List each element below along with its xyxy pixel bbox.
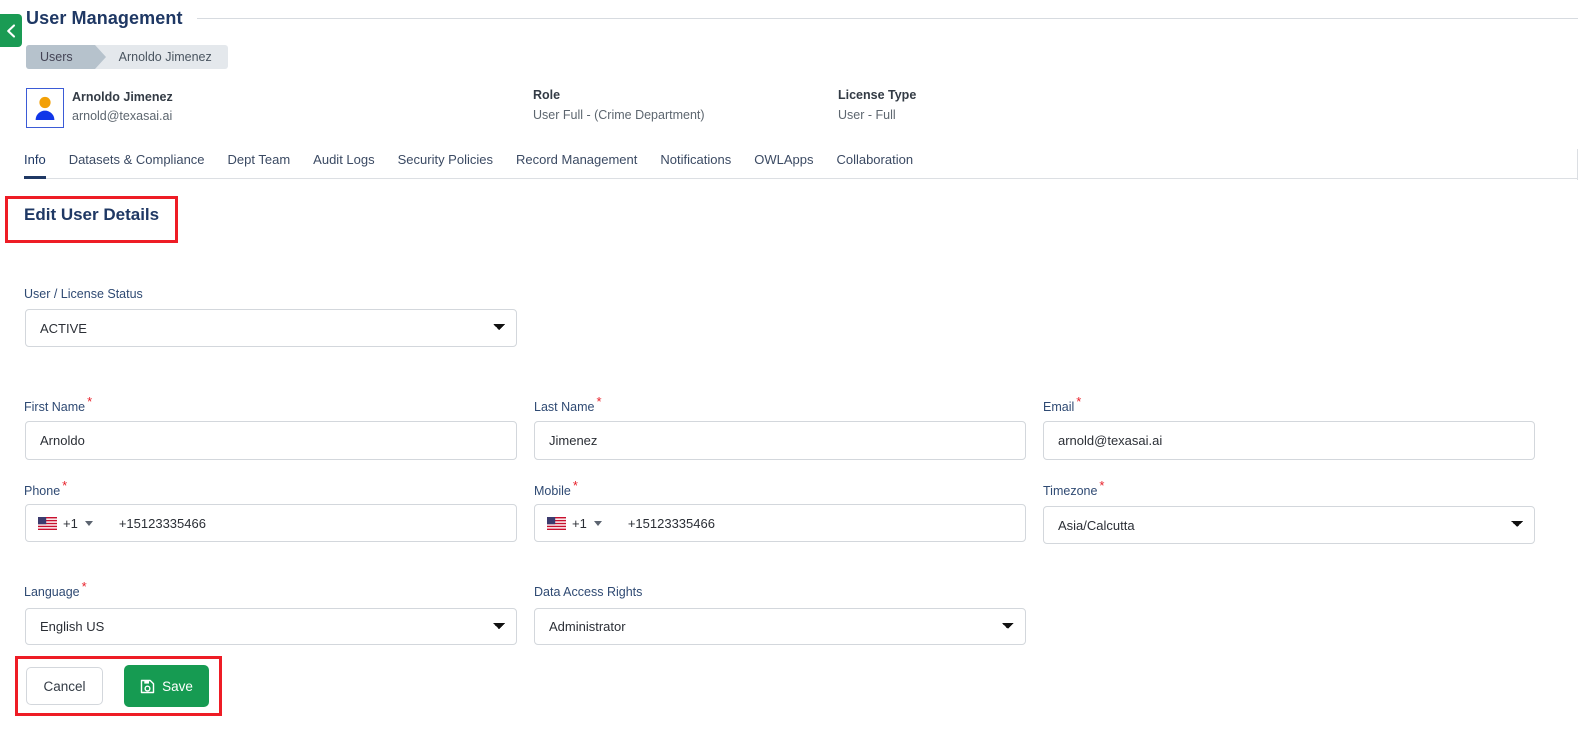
first-name-input[interactable] [25, 421, 517, 460]
breadcrumb-item-current: Arnoldo Jimenez [118, 50, 212, 64]
tab-audit-logs[interactable]: Audit Logs [313, 149, 374, 179]
user-summary: Arnoldo Jimenez arnold@texasai.ai Role U… [26, 88, 1568, 133]
phone-label: Phone * [24, 479, 67, 498]
email-label-text: Email [1043, 400, 1075, 414]
page-section-title: Edit User Details [24, 205, 160, 224]
save-button-label: Save [162, 678, 193, 694]
tab-datasets-compliance[interactable]: Datasets & Compliance [69, 149, 205, 179]
first-name-label-text: First Name [24, 400, 86, 414]
tab-bar-right-edge [1577, 149, 1578, 180]
role-value: User Full - (Crime Department) [533, 108, 705, 122]
required-marker: * [596, 393, 602, 409]
phone-field: +1 [25, 504, 517, 542]
role-block: Role User Full - (Crime Department) [533, 88, 705, 122]
chevron-down-icon [84, 520, 93, 526]
data-access-select[interactable]: Administrator [534, 608, 1026, 645]
required-marker: * [81, 578, 87, 594]
header-divider [196, 18, 1578, 19]
mobile-field: +1 [534, 504, 1026, 542]
mobile-label: Mobile * [534, 479, 578, 498]
first-name-label: First Name * [24, 395, 92, 414]
license-value: User - Full [838, 108, 896, 122]
timezone-select[interactable]: Asia/Calcutta [1043, 506, 1535, 544]
tab-notifications[interactable]: Notifications [660, 149, 731, 179]
mobile-country-selector[interactable]: +1 [535, 516, 602, 531]
breadcrumb: Users Arnoldo Jimenez [26, 45, 228, 69]
chevron-left-icon [6, 23, 16, 38]
avatar [26, 88, 64, 128]
phone-input[interactable] [116, 505, 516, 541]
data-access-label-text: Data Access Rights [534, 585, 643, 599]
license-block: License Type User - Full [838, 88, 916, 122]
us-flag-icon [547, 516, 566, 530]
timezone-label-text: Timezone [1043, 484, 1098, 498]
email-input[interactable] [1043, 421, 1535, 460]
language-label: Language * [24, 580, 87, 599]
data-access-label: Data Access Rights [534, 585, 644, 599]
status-select[interactable]: ACTIVE [25, 309, 517, 347]
mobile-label-text: Mobile [534, 484, 571, 498]
breadcrumb-item-users[interactable]: Users [26, 45, 106, 69]
required-marker: * [87, 393, 93, 409]
user-email: arnold@texasai.ai [72, 109, 173, 123]
save-button[interactable]: Save [124, 665, 209, 707]
role-label: Role [533, 88, 561, 102]
phone-dial-code: +1 [63, 515, 78, 531]
required-marker: * [572, 477, 578, 493]
required-marker: * [1076, 393, 1082, 409]
phone-country-selector[interactable]: +1 [26, 516, 93, 531]
mobile-dial-code: +1 [572, 515, 587, 531]
tab-record-management[interactable]: Record Management [516, 149, 637, 179]
chevron-down-icon [593, 520, 602, 526]
tab-info[interactable]: Info [24, 149, 46, 179]
us-flag-icon [38, 516, 57, 530]
email-label: Email * [1043, 395, 1081, 414]
required-marker: * [62, 477, 68, 493]
language-label-text: Language [24, 585, 80, 599]
mobile-input[interactable] [625, 505, 1025, 541]
tab-security-policies[interactable]: Security Policies [398, 149, 493, 179]
tab-owlapps[interactable]: OWLApps [754, 149, 813, 179]
timezone-label: Timezone * [1043, 479, 1104, 498]
tab-bar: Info Datasets & Compliance Dept Team Aud… [24, 149, 1578, 179]
page-title: User Management [26, 8, 183, 28]
last-name-input[interactable] [534, 421, 1026, 460]
tab-collaboration[interactable]: Collaboration [836, 149, 913, 179]
phone-label-text: Phone [24, 484, 61, 498]
last-name-label: Last Name * [534, 395, 602, 414]
language-select[interactable]: English US [25, 608, 517, 645]
back-button[interactable] [0, 14, 22, 47]
user-management-page: User Management Users Arnoldo Jimenez Ar… [0, 0, 1588, 729]
last-name-label-text: Last Name [534, 400, 595, 414]
user-name: Arnoldo Jimenez [72, 90, 173, 104]
cancel-button[interactable]: Cancel [26, 667, 103, 705]
required-marker: * [1099, 477, 1105, 493]
save-disk-icon [140, 679, 155, 694]
tab-dept-team[interactable]: Dept Team [228, 149, 291, 179]
page-header: User Management [26, 8, 1578, 29]
license-label: License Type [838, 88, 917, 102]
status-label: User / License Status [24, 287, 143, 301]
user-avatar-icon [33, 95, 57, 121]
